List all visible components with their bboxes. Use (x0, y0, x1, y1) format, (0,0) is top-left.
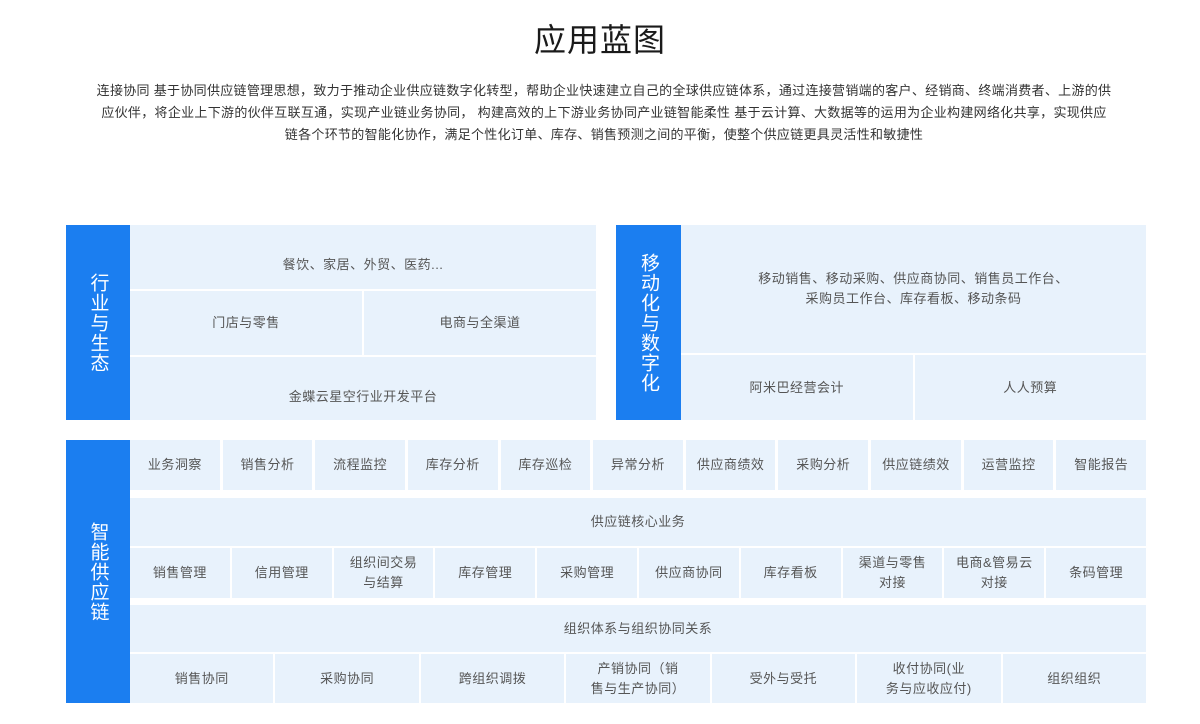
analytics-business-insight: 业务洞察 (130, 440, 220, 490)
org-organization: 组织组织 (1002, 654, 1146, 703)
industry-dev-platform-cell: 金蝶云星空行业开发平台 (130, 357, 596, 420)
org-payment-collaboration: 收付协同(业 务与应收应付) (857, 654, 1001, 703)
core-business-row: 销售管理 信用管理 组织间交易 与结算 库存管理 采购管理 供应商协同 库存看板… (130, 548, 1146, 598)
analytics-row: 业务洞察 销售分析 流程监控 库存分析 库存巡检 异常分析 供应商绩效 采购分析… (130, 440, 1147, 490)
mobile-row-finance: 阿米巴经营会计 人人预算 (681, 355, 1146, 420)
industry-body: 餐饮、家居、外贸、医药... 门店与零售 电商与全渠道 金蝶云星空行业开发平台 (130, 225, 596, 420)
mobile-apps-cell: 移动销售、移动采购、供应商协同、销售员工作台、 采购员工作台、库存看板、移动条码 (681, 225, 1146, 353)
analytics-anomaly-analysis: 异常分析 (593, 440, 683, 490)
org-procurement-collaboration: 采购协同 (275, 654, 419, 703)
core-business-title: 供应链核心业务 (130, 498, 1146, 546)
mobile-digital-panel: 移动化与数字化 移动销售、移动采购、供应商协同、销售员工作台、 采购员工作台、库… (616, 225, 1146, 420)
core-supplier-collaboration: 供应商协同 (638, 548, 739, 598)
supply-chain-body: 业务洞察 销售分析 流程监控 库存分析 库存巡检 异常分析 供应商绩效 采购分析… (130, 440, 1147, 703)
industry-sectors-cell: 餐饮、家居、外贸、医药... (130, 225, 596, 289)
supply-chain-header: 智能供应链 (66, 440, 130, 703)
industry-header-label: 行业与生态 (87, 272, 109, 373)
analytics-operations-monitoring: 运营监控 (963, 440, 1054, 490)
core-channel-retail-integration: 渠道与零售 对接 (842, 548, 943, 598)
analytics-smart-report: 智能报告 (1056, 440, 1147, 490)
mobile-header-label: 移动化与数字化 (638, 252, 659, 393)
core-inventory-management: 库存管理 (435, 548, 536, 598)
org-cross-org-transfer: 跨组织调拨 (420, 654, 565, 703)
org-collaboration-title-row: 组织体系与组织协同关系 (130, 605, 1146, 652)
core-ecommerce-guanyiyun-integration: 电商&管易云 对接 (944, 548, 1045, 598)
industry-ecosystem-panel: 行业与生态 餐饮、家居、外贸、医药... 门店与零售 电商与全渠道 金蝶云星空行… (66, 225, 596, 420)
org-collaboration-row: 销售协同 采购协同 跨组织调拨 产销协同（销 售与生产协同） 受外与受托 收付协… (130, 654, 1146, 703)
core-barcode-management: 条码管理 (1046, 548, 1146, 598)
amoeba-accounting-cell: 阿米巴经营会计 (681, 355, 913, 420)
analytics-process-monitoring: 流程监控 (315, 440, 405, 490)
analytics-procurement-analysis: 采购分析 (778, 440, 869, 490)
smart-supply-chain-panel: 智能供应链 业务洞察 销售分析 流程监控 库存分析 库存巡检 异常分析 供应商绩… (66, 440, 1147, 703)
org-production-sales-collaboration: 产销协同（销 售与生产协同） (566, 654, 710, 703)
analytics-sales-analysis: 销售分析 (222, 440, 313, 490)
all-staff-budget-cell: 人人预算 (914, 355, 1146, 420)
analytics-supplier-performance: 供应商绩效 (685, 440, 776, 490)
analytics-inventory-analysis: 库存分析 (407, 440, 498, 490)
core-inter-org-trade-settlement: 组织间交易 与结算 (333, 548, 434, 598)
org-sales-collaboration: 销售协同 (130, 654, 274, 703)
mobile-body: 移动销售、移动采购、供应商协同、销售员工作台、 采购员工作台、库存看板、移动条码… (681, 225, 1146, 420)
industry-header: 行业与生态 (66, 225, 130, 420)
core-sales-management: 销售管理 (130, 548, 230, 598)
supply-chain-header-label: 智能供应链 (87, 521, 109, 622)
analytics-supply-chain-performance: 供应链绩效 (871, 440, 961, 490)
core-credit-management: 信用管理 (231, 548, 332, 598)
analytics-inventory-inspection: 库存巡检 (500, 440, 591, 490)
core-inventory-dashboard: 库存看板 (740, 548, 841, 598)
page-title: 应用蓝图 (533, 22, 666, 58)
industry-row-channels: 门店与零售 电商与全渠道 (130, 291, 596, 355)
store-retail-cell: 门店与零售 (130, 291, 362, 355)
core-business-title-row: 供应链核心业务 (130, 498, 1146, 546)
mobile-row-apps: 移动销售、移动采购、供应商协同、销售员工作台、 采购员工作台、库存看板、移动条码 (681, 225, 1146, 353)
org-collaboration-title: 组织体系与组织协同关系 (130, 605, 1146, 652)
org-consignment: 受外与受托 (711, 654, 856, 703)
industry-row-sectors: 餐饮、家居、外贸、医药... (130, 225, 596, 289)
page-description: 连接协同 基于协同供应链管理思想，致力于推动企业供应链数字化转型，帮助企业快速建… (96, 83, 1112, 142)
mobile-header: 移动化与数字化 (616, 225, 681, 420)
industry-row-platform: 金蝶云星空行业开发平台 (130, 357, 596, 420)
ecommerce-omnichannel-cell: 电商与全渠道 (364, 291, 596, 355)
core-procurement-management: 采购管理 (537, 548, 637, 598)
